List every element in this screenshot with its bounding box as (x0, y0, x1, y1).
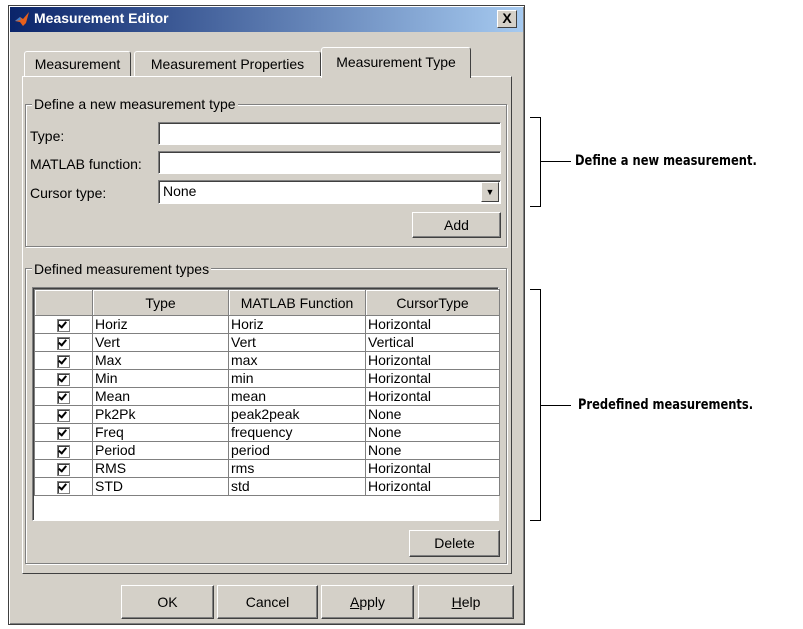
row-enabled-checkbox[interactable] (57, 354, 70, 368)
cell-function[interactable]: period (228, 441, 366, 460)
cell-function[interactable]: min (228, 369, 366, 388)
cell-function[interactable]: Vert (228, 333, 366, 352)
type-input[interactable] (158, 122, 501, 145)
matlab-logo-icon (15, 12, 29, 26)
help-label-rest: elp (461, 594, 481, 610)
help-mnemonic: H (451, 594, 462, 610)
cell-function[interactable]: Horiz (228, 315, 366, 334)
cell-type[interactable]: Mean (92, 387, 229, 406)
tab-measurement-type[interactable]: Measurement Type (321, 47, 471, 78)
predefined-bracket (530, 289, 541, 521)
define-annotation: Define a new measurement. (575, 153, 757, 169)
table-row[interactable]: Min min Horizontal (34, 369, 500, 388)
row-enabled-checkbox[interactable] (57, 390, 70, 404)
row-enabled-checkbox[interactable] (57, 372, 70, 386)
cell-type[interactable]: Vert (92, 333, 229, 352)
cell-type[interactable]: STD (92, 477, 229, 496)
cell-cursor[interactable]: Vertical (365, 333, 500, 352)
cancel-button[interactable]: Cancel (217, 585, 318, 619)
close-button[interactable]: X (497, 10, 517, 28)
tab-label: Measurement Type (336, 54, 456, 70)
cell-function[interactable]: max (228, 351, 366, 370)
matlab-function-input[interactable] (158, 151, 501, 174)
cell-function[interactable]: peak2peak (228, 405, 366, 424)
apply-mnemonic: A (349, 594, 360, 610)
table-row[interactable]: Pk2Pk peak2peak None (34, 405, 500, 424)
table-row[interactable]: Max max Horizontal (34, 351, 500, 370)
row-enabled-checkbox[interactable] (57, 462, 70, 476)
cell-cursor[interactable]: None (365, 441, 500, 460)
cursor-type-value: None (163, 183, 197, 199)
table-row[interactable]: Mean mean Horizontal (34, 387, 500, 406)
cell-function[interactable]: std (228, 477, 366, 496)
close-icon: X (502, 10, 512, 26)
cell-cursor[interactable]: None (365, 405, 500, 424)
table-row[interactable]: Period period None (34, 441, 500, 460)
cell-function[interactable]: mean (228, 387, 366, 406)
cell-type[interactable]: RMS (92, 459, 229, 478)
measurements-table: Type MATLAB Function CursorType Horiz Ho… (34, 289, 500, 496)
cell-function[interactable]: rms (228, 459, 366, 478)
row-enabled-checkbox[interactable] (57, 336, 70, 350)
table-row[interactable]: Vert Vert Vertical (34, 333, 500, 352)
delete-button[interactable]: Delete (409, 530, 500, 557)
predefined-leader-line (541, 405, 571, 406)
help-button[interactable]: Help (418, 585, 514, 619)
cell-cursor[interactable]: Horizontal (365, 459, 500, 478)
table-row[interactable]: STD std Horizontal (34, 477, 500, 496)
tab-label: Measurement Properties (150, 56, 305, 72)
cell-cursor[interactable]: Horizontal (365, 351, 500, 370)
row-enabled-checkbox[interactable] (57, 318, 70, 332)
cell-type[interactable]: Horiz (92, 315, 229, 334)
define-bracket (530, 117, 541, 207)
type-label: Type: (30, 128, 65, 144)
column-header-type[interactable]: Type (92, 289, 229, 316)
cell-type[interactable]: Period (92, 441, 229, 460)
column-header-enabled[interactable] (34, 289, 93, 316)
cell-cursor[interactable]: Horizontal (365, 477, 500, 496)
chevron-down-icon[interactable]: ▼ (481, 182, 499, 202)
table-row[interactable]: Freq frequency None (34, 423, 500, 442)
add-button[interactable]: Add (412, 212, 501, 238)
cell-type[interactable]: Pk2Pk (92, 405, 229, 424)
tab-label: Measurement (34, 56, 121, 72)
table-row[interactable]: RMS rms Horizontal (34, 459, 500, 478)
table-row[interactable]: Horiz Horiz Horizontal (34, 315, 500, 334)
tab-measurement[interactable]: Measurement (24, 51, 131, 77)
row-enabled-checkbox[interactable] (57, 480, 70, 494)
ok-button[interactable]: OK (121, 585, 214, 619)
defined-group-legend: Defined measurement types (32, 261, 212, 277)
row-enabled-checkbox[interactable] (57, 444, 70, 458)
cell-cursor[interactable]: Horizontal (365, 369, 500, 388)
cursor-type-select[interactable]: None ▼ (158, 180, 501, 204)
cell-type[interactable]: Min (92, 369, 229, 388)
cell-type[interactable]: Max (92, 351, 229, 370)
apply-label-rest: pply (359, 594, 386, 610)
matlab-function-label: MATLAB function: (30, 156, 142, 172)
define-leader-line (541, 161, 571, 162)
cursor-type-label: Cursor type: (30, 185, 107, 201)
cell-cursor[interactable]: None (365, 423, 500, 442)
column-header-matlab-function[interactable]: MATLAB Function (228, 289, 366, 316)
define-group-legend: Define a new measurement type (32, 96, 238, 112)
cell-cursor[interactable]: Horizontal (365, 315, 500, 334)
window-title: Measurement Editor (34, 10, 169, 26)
predefined-annotation: Predefined measurements. (578, 397, 754, 413)
cell-type[interactable]: Freq (92, 423, 229, 442)
row-enabled-checkbox[interactable] (57, 408, 70, 422)
cell-function[interactable]: frequency (228, 423, 366, 442)
tab-measurement-properties[interactable]: Measurement Properties (134, 51, 321, 77)
row-enabled-checkbox[interactable] (57, 426, 70, 440)
cell-cursor[interactable]: Horizontal (365, 387, 500, 406)
column-header-cursor-type[interactable]: CursorType (365, 289, 500, 316)
apply-button[interactable]: Apply (321, 585, 414, 619)
